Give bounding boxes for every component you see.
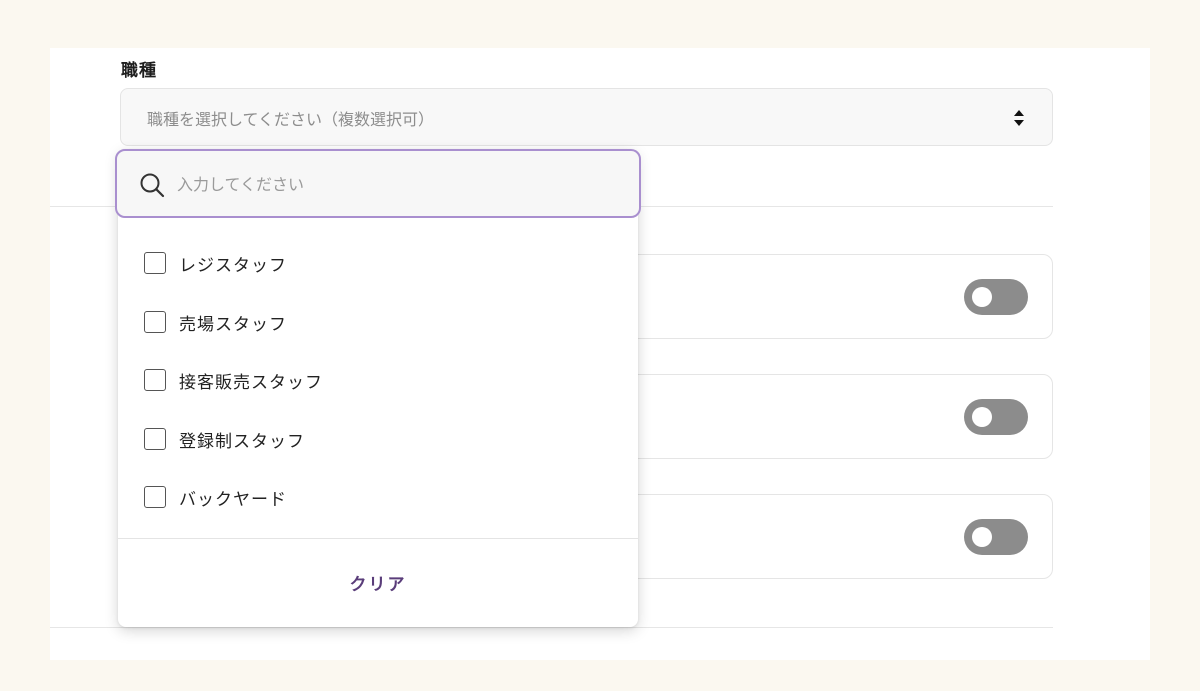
checkbox[interactable] <box>144 486 166 508</box>
option-label: 登録制スタッフ <box>179 431 305 452</box>
toggle-knob <box>972 407 992 427</box>
toggle-knob <box>972 287 992 307</box>
toggle-switch-1[interactable] <box>964 279 1028 315</box>
dropdown-divider <box>118 538 638 539</box>
checkbox[interactable] <box>144 252 166 274</box>
checkbox[interactable] <box>144 369 166 391</box>
toggle-knob <box>972 527 992 547</box>
option-label: バックヤード <box>179 489 287 510</box>
toggle-switch-2[interactable] <box>964 399 1028 435</box>
option-register-staff[interactable]: レジスタッフ <box>144 248 614 278</box>
option-label: 売場スタッフ <box>179 314 287 335</box>
checkbox[interactable] <box>144 428 166 450</box>
search-icon <box>140 173 165 198</box>
option-label: 接客販売スタッフ <box>179 372 323 393</box>
occupation-select[interactable]: 職種を選択してください（複数選択可） <box>120 88 1053 146</box>
field-label-occupation: 職種 <box>121 61 157 81</box>
option-registered-staff[interactable]: 登録制スタッフ <box>144 424 614 454</box>
option-sales-floor-staff[interactable]: 売場スタッフ <box>144 307 614 337</box>
select-placeholder: 職種を選択してください（複数選択可） <box>147 110 435 129</box>
option-backyard[interactable]: バックヤード <box>144 482 614 512</box>
search-input[interactable] <box>177 168 617 200</box>
toggle-switch-3[interactable] <box>964 519 1028 555</box>
section-divider-bottom <box>50 627 1053 628</box>
search-box[interactable] <box>115 149 641 218</box>
checkbox[interactable] <box>144 311 166 333</box>
option-label: レジスタッフ <box>179 255 287 276</box>
clear-button[interactable]: クリア <box>118 549 638 615</box>
option-customer-sales-staff[interactable]: 接客販売スタッフ <box>144 365 614 395</box>
occupation-dropdown: レジスタッフ 売場スタッフ 接客販売スタッフ 登録制スタッフ バックヤード クリ… <box>115 149 641 627</box>
sort-arrows-icon <box>1014 110 1024 126</box>
